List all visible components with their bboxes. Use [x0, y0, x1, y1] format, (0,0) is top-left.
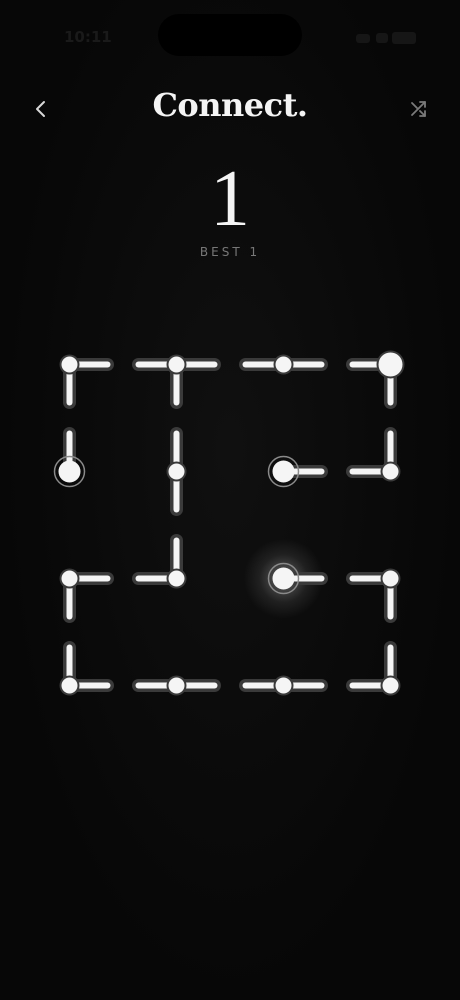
- tile-1-1[interactable]: [166, 427, 187, 516]
- tile-1-0[interactable]: [53, 427, 86, 488]
- shuffle-button[interactable]: [402, 92, 436, 126]
- dynamic-island: [158, 14, 302, 56]
- tile-0-0[interactable]: [59, 354, 114, 409]
- tile-3-1[interactable]: [132, 675, 221, 696]
- node-dot: [61, 356, 78, 373]
- tile-0-1[interactable]: [132, 354, 221, 409]
- node-dot: [168, 356, 185, 373]
- endpoint-dot: [58, 460, 81, 483]
- node-dot: [382, 463, 399, 480]
- tile-0-2[interactable]: [239, 354, 328, 375]
- node-dot: [382, 677, 399, 694]
- game-board: [53, 350, 405, 696]
- page-title: Connect.: [152, 86, 308, 124]
- tile-2-1[interactable]: [132, 534, 187, 589]
- score-value: 1: [210, 155, 250, 243]
- tile-2-0[interactable]: [59, 568, 114, 623]
- endpoint-dot: [272, 460, 295, 483]
- header: Connect.: [0, 80, 460, 140]
- node-dot: [378, 352, 403, 377]
- node-dot: [168, 677, 185, 694]
- tile-1-2[interactable]: [267, 455, 328, 488]
- node-dot: [168, 570, 185, 587]
- status-bar: 10:11: [0, 0, 460, 60]
- tile-3-3[interactable]: [346, 641, 401, 696]
- wifi-icon: [376, 33, 388, 43]
- endpoint-dot: [272, 567, 295, 590]
- node-dot: [61, 677, 78, 694]
- tile-2-2[interactable]: [243, 538, 328, 619]
- tile-3-0[interactable]: [59, 641, 114, 696]
- node-dot: [275, 356, 292, 373]
- status-icons: [356, 30, 416, 44]
- node-dot: [382, 570, 399, 587]
- node-dot: [275, 677, 292, 694]
- shuffle-icon: [411, 101, 426, 117]
- tile-3-2[interactable]: [239, 675, 328, 696]
- tile-0-3[interactable]: [346, 350, 405, 409]
- node-dot: [168, 463, 185, 480]
- status-time: 10:11: [64, 28, 112, 46]
- node-dot: [61, 570, 78, 587]
- tile-1-3[interactable]: [346, 427, 401, 482]
- best-score: BEST 1: [199, 245, 261, 259]
- battery-icon: [392, 32, 416, 44]
- signal-icon: [356, 34, 370, 43]
- tile-2-3[interactable]: [346, 568, 401, 623]
